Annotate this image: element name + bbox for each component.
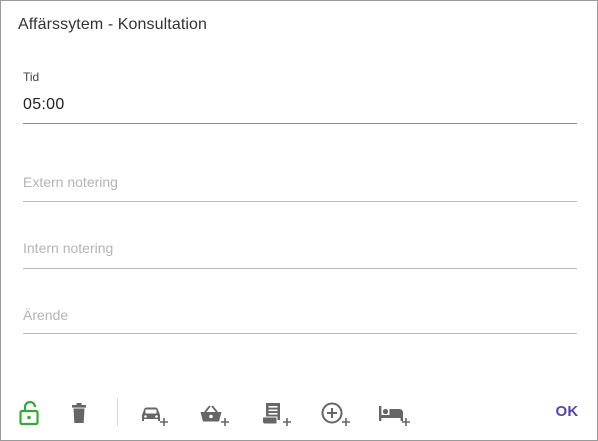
intern-notering-field[interactable]: Intern notering <box>23 240 577 270</box>
tid-value[interactable]: 05:00 <box>23 96 65 114</box>
dialog-title: Affärssytem - Konsultation <box>18 16 208 33</box>
add-receipt-icon[interactable] <box>259 398 291 428</box>
trash-icon[interactable] <box>65 398 95 428</box>
arende-underline <box>23 333 577 334</box>
consultation-dialog: Affärssytem - Konsultation Tid 05:00 Ext… <box>0 0 598 441</box>
extern-notering-underline <box>23 201 577 202</box>
add-circle-icon[interactable] <box>318 398 350 428</box>
add-bed-icon[interactable] <box>376 398 410 428</box>
arende-placeholder: Ärende <box>23 307 69 323</box>
ok-button[interactable]: OK <box>552 403 582 423</box>
tid-field[interactable]: Tid 05:00 <box>23 67 577 127</box>
add-car-icon[interactable] <box>137 398 168 428</box>
toolbar-divider <box>117 398 118 426</box>
unlock-icon[interactable] <box>15 398 45 428</box>
arende-field[interactable]: Ärende <box>23 307 577 337</box>
tid-underline <box>23 123 577 124</box>
extern-notering-field[interactable]: Extern notering <box>23 174 577 204</box>
add-basket-icon[interactable] <box>197 398 229 428</box>
action-toolbar: OK <box>1 391 597 435</box>
intern-notering-placeholder: Intern notering <box>23 240 114 256</box>
tid-label: Tid <box>23 70 40 84</box>
intern-notering-underline <box>23 268 577 269</box>
extern-notering-placeholder: Extern notering <box>23 174 118 190</box>
